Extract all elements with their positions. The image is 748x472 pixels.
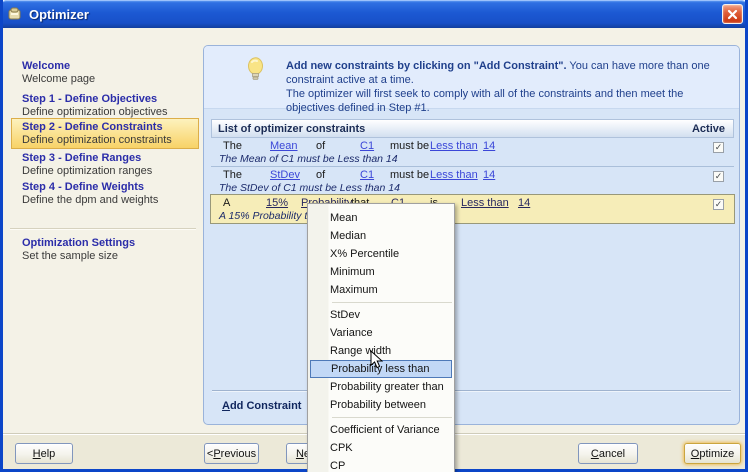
sidebar-item-optimization-settings[interactable]: Optimization Settings Set the sample siz… [22,237,135,263]
active-column-header: Active [691,122,725,135]
mouse-cursor-icon [370,349,384,373]
menu-item-median[interactable]: Median [308,227,454,245]
percent-link[interactable]: 15% [266,197,301,209]
lightbulb-icon [246,57,265,86]
close-icon [727,9,738,19]
menu-item-probability-greater-than[interactable]: Probability greater than [308,378,454,396]
constraint-word: of [316,169,326,181]
window-title: Optimizer [29,6,89,22]
sidebar-item-title: Optimization Settings [22,237,136,249]
constraint-word: of [316,140,326,152]
menu-item-variance[interactable]: Variance [308,324,454,342]
sidebar-item-welcome[interactable]: Welcome Welcome page [22,60,95,86]
constraint-description: The StDev of C1 must be Less than 14 [219,182,400,194]
sidebar-item-subtitle: Define optimization constraints [22,134,172,146]
sidebar-item-title: Step 4 - Define Weights [22,181,145,193]
tip-text-bold: Add new constraints by clicking on "Add … [286,60,567,72]
value-link[interactable]: 14 [518,197,530,209]
constraint-description: The Mean of C1 must be Less than 14 [219,153,398,165]
menu-item-stdev[interactable]: StDev [308,306,454,324]
cancel-button[interactable]: Cancel [578,443,638,464]
tip-section: Add new constraints by clicking on "Add … [204,46,739,114]
operator-link[interactable]: Less than [461,197,518,209]
checkmark-icon: ✓ [714,171,723,181]
statistic-context-menu: Mean Median X% Percentile Minimum Maximu… [307,203,455,472]
constraint-word: The [223,169,242,181]
help-button[interactable]: Help [15,443,73,464]
menu-item-cp[interactable]: CP [308,457,454,472]
value-link[interactable]: 14 [483,140,495,152]
add-constraint-button[interactable]: Add Constraint [222,400,301,412]
sidebar-item-title: Welcome [22,60,71,72]
menu-item-mean[interactable]: Mean [308,209,454,227]
optimize-button[interactable]: Optimize [684,443,741,464]
menu-item-coefficient-of-variance[interactable]: Coefficient of Variance [308,421,454,439]
sidebar-item-subtitle: Define the dpm and weights [22,194,159,206]
column-link[interactable]: C1 [360,140,390,152]
statistic-link[interactable]: Mean [270,140,316,152]
menu-item-maximum[interactable]: Maximum [308,281,454,299]
statistic-link[interactable]: StDev [270,169,316,181]
menu-separator [332,302,452,303]
constraint-word: A [223,197,231,209]
tip-text-line2: The optimizer will first seek to comply … [286,88,684,114]
sidebar-item-step1[interactable]: Step 1 - Define Objectives Define optimi… [22,93,168,119]
title-bar[interactable]: Optimizer [0,0,748,28]
sidebar-item-subtitle: Define optimization ranges [22,165,153,177]
menu-item-minimum[interactable]: Minimum [308,263,454,281]
sidebar-item-step4[interactable]: Step 4 - Define Weights Define the dpm a… [22,181,158,207]
active-checkbox[interactable]: ✓ [713,142,724,153]
optimizer-app-icon [7,6,23,22]
optimizer-window: Optimizer Welcome Welcome page Step 1 - … [0,0,748,472]
list-header-title: List of optimizer constraints [218,122,366,135]
sidebar-divider [10,228,196,230]
sidebar-item-title: Step 2 - Define Constraints [22,121,163,133]
tip-text: Add new constraints by clicking on "Add … [286,59,722,115]
close-button[interactable] [722,4,743,24]
constraint-word: The [223,140,242,152]
active-checkbox[interactable]: ✓ [713,199,724,210]
panel-separator [212,390,731,392]
active-checkbox[interactable]: ✓ [713,171,724,182]
menu-item-cpk[interactable]: CPK [308,439,454,457]
value-link[interactable]: 14 [483,169,495,181]
sidebar-item-subtitle: Set the sample size [22,250,118,262]
sidebar-item-title: Step 3 - Define Ranges [22,152,142,164]
sidebar-item-step2-active[interactable]: Step 2 - Define Constraints Define optim… [22,121,172,147]
sidebar-item-subtitle: Welcome page [22,73,96,85]
previous-button[interactable]: < Previous [204,443,259,464]
constraint-row-mean[interactable]: The Mean of C1 must beLess than 14 The Mean o… [211,138,734,167]
sidebar-item-step3[interactable]: Step 3 - Define Ranges Define optimizati… [22,152,152,178]
constraint-row-stdev[interactable]: The StDev of C1 must beLess than 14 The StDev… [211,167,734,196]
column-link[interactable]: C1 [360,169,390,181]
checkmark-icon: ✓ [714,142,723,152]
sidebar-item-title: Step 1 - Define Objectives [22,93,158,105]
operator-link[interactable]: Less than [430,140,483,152]
constraint-word: must be [390,169,430,181]
constraints-panel: Add new constraints by clicking on "Add … [203,45,740,425]
menu-separator [332,417,452,418]
menu-item-x-percentile[interactable]: X% Percentile [308,245,454,263]
constraints-list-header: List of optimizer constraints Active [211,119,734,138]
checkmark-icon: ✓ [714,199,723,209]
constraint-word: must be [390,140,430,152]
constraint-description: A 15% Probability that C1 is Less than 1… [219,210,412,222]
menu-item-probability-between[interactable]: Probability between [308,396,454,414]
constraint-row-probability-selected[interactable]: A15%ProbabilitythatC1isLess than14 A 15%… [210,194,735,224]
operator-link[interactable]: Less than [430,169,483,181]
